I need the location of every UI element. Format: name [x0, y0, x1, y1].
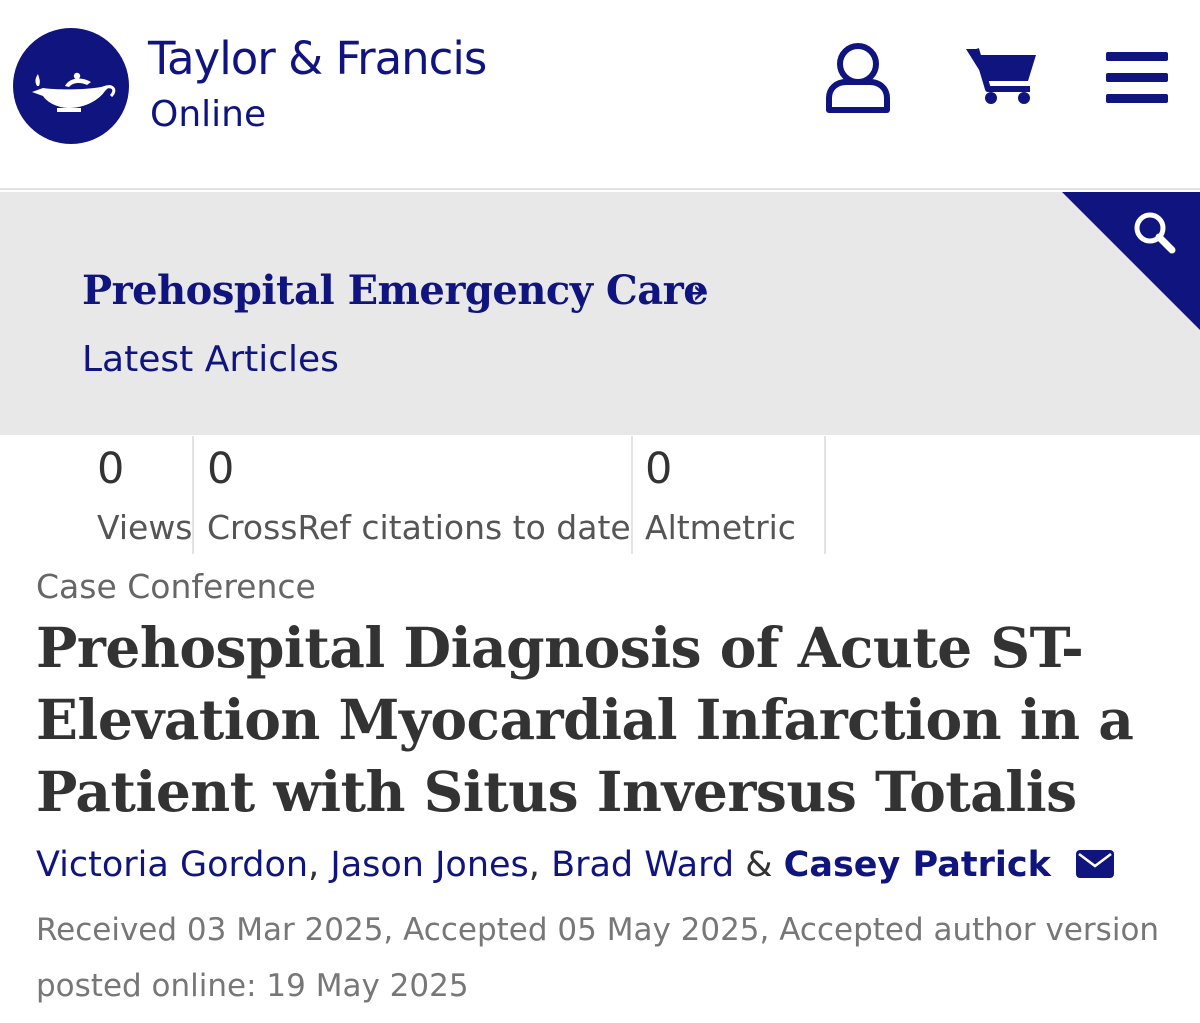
corresponding-author-link[interactable]: Casey Patrick	[784, 845, 1051, 885]
envelope-icon[interactable]	[1076, 850, 1115, 878]
metric-value: 0	[207, 444, 235, 494]
brand-name[interactable]: Taylor & Francis	[148, 36, 487, 81]
article-title: Prehospital Diagnosis of Acute ST-Elevat…	[36, 615, 1134, 824]
chevron-right-icon[interactable]: ›	[692, 272, 706, 312]
menu-icon[interactable]	[1106, 52, 1168, 104]
lamp-logo-icon[interactable]	[13, 28, 129, 144]
journal-title-link[interactable]: Prehospital Emergency Care	[82, 267, 709, 314]
site-header: Taylor & Francis Online	[0, 0, 1200, 190]
brand-subtitle[interactable]: Online	[150, 97, 266, 133]
article-type: Case Conference	[36, 567, 316, 606]
author-separator: &	[745, 845, 773, 885]
author-list: Victoria Gordon, Jason Jones, Brad Ward …	[36, 845, 1115, 885]
article-metrics: 0 Views 0 CrossRef citations to date 0 A…	[0, 436, 1200, 554]
metric-value: 0	[645, 444, 673, 494]
divider	[631, 436, 633, 554]
divider	[192, 436, 194, 554]
publication-history: Received 03 Mar 2025, Accepted 05 May 20…	[36, 912, 1160, 1004]
author-link[interactable]: Brad Ward	[551, 845, 734, 885]
journal-banner: Prehospital Emergency Care › Latest Arti…	[0, 192, 1200, 435]
metric-label: CrossRef citations to date	[207, 508, 631, 547]
user-icon[interactable]	[824, 40, 892, 116]
latest-articles-link[interactable]: Latest Articles	[82, 339, 339, 380]
search-icon[interactable]	[1062, 192, 1200, 330]
author-link[interactable]: Victoria Gordon	[36, 845, 308, 885]
cart-icon[interactable]	[966, 45, 1038, 105]
metric-label: Altmetric	[645, 508, 796, 547]
author-separator: ,	[308, 845, 320, 885]
metric-value: 0	[97, 444, 125, 494]
author-separator: ,	[528, 845, 540, 885]
divider	[824, 436, 826, 554]
author-link[interactable]: Jason Jones	[330, 845, 528, 885]
metric-label: Views	[97, 508, 193, 547]
